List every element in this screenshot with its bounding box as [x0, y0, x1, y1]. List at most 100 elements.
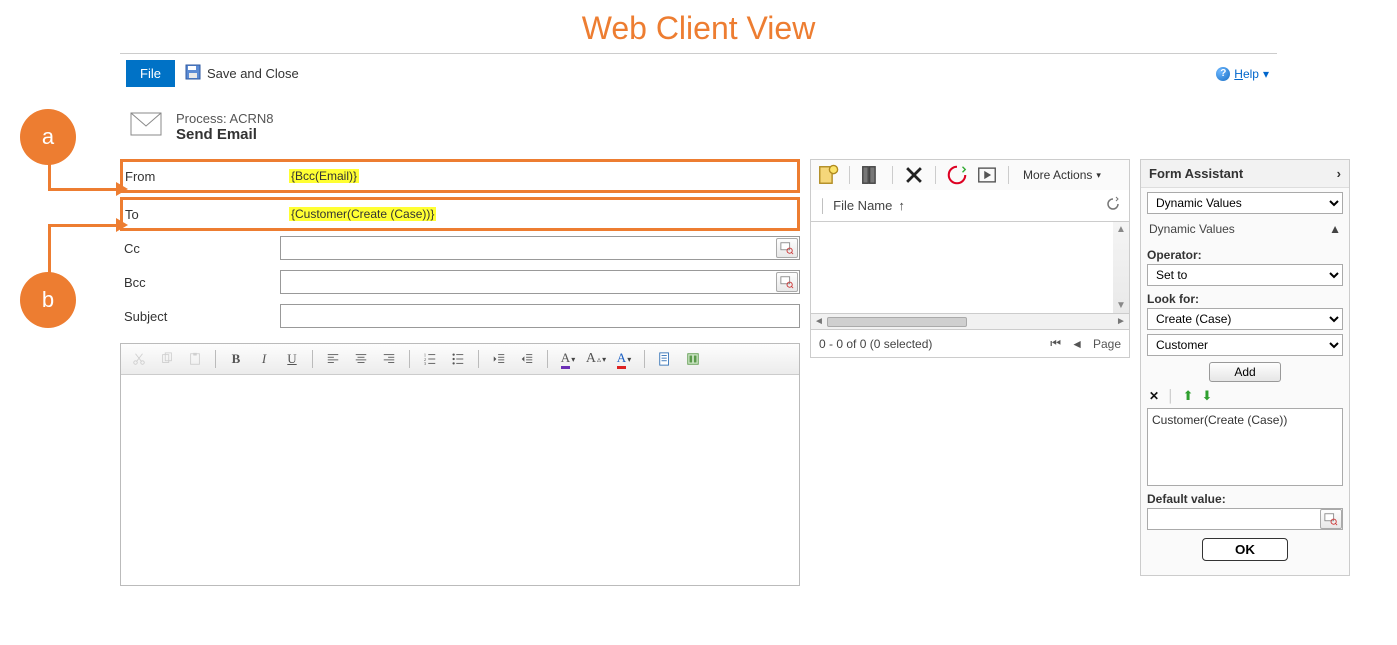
values-listbox[interactable]: Customer(Create (Case))	[1147, 408, 1343, 486]
rte-toolbar: B I U 123 A▾ A▵▾ A▾	[121, 344, 799, 375]
operator-select[interactable]: Set to	[1147, 264, 1343, 286]
svg-text:3: 3	[424, 361, 427, 366]
list-item[interactable]: Customer(Create (Case))	[1152, 413, 1338, 427]
column-filename[interactable]: File Name	[833, 198, 892, 213]
font-color-button[interactable]: A▾	[612, 348, 636, 370]
grid-status: 0 - 0 of 0 (0 selected)	[819, 337, 932, 351]
bcc-input[interactable]	[280, 270, 800, 294]
chevron-down-icon: ▾	[1263, 67, 1269, 81]
save-and-close-label: Save and Close	[207, 66, 299, 81]
numbered-list-icon[interactable]: 123	[418, 348, 442, 370]
subject-label: Subject	[120, 309, 280, 324]
bcc-row: Bcc	[120, 265, 800, 299]
from-input[interactable]: {Bcc(Email)}	[283, 164, 797, 188]
collapse-section-icon: ▲	[1329, 222, 1341, 236]
run-icon[interactable]	[976, 164, 998, 186]
cut-icon[interactable]	[127, 348, 151, 370]
help-link[interactable]: ? Help ▾	[1216, 67, 1269, 81]
from-row: From {Bcc(Email)}	[120, 159, 800, 193]
italic-button[interactable]: I	[252, 348, 276, 370]
annotation-connector	[48, 224, 51, 276]
move-down-icon[interactable]: ⬇	[1201, 388, 1212, 404]
collapse-icon[interactable]: ›	[1337, 166, 1341, 181]
bcc-label: Bcc	[120, 275, 280, 290]
delete-icon[interactable]	[903, 164, 925, 186]
font-size-button[interactable]: A▵▾	[584, 348, 608, 370]
value-list-tools: ✕ │ ⬆ ⬇	[1147, 386, 1343, 408]
align-left-icon[interactable]	[321, 348, 345, 370]
lookfor-entity-select[interactable]: Create (Case)	[1147, 308, 1343, 330]
copy-icon[interactable]	[155, 348, 179, 370]
default-value-label: Default value:	[1147, 492, 1343, 506]
lookfor-attribute-select[interactable]: Customer	[1147, 334, 1343, 356]
scroll-right-icon[interactable]: ►	[1113, 316, 1129, 327]
refresh-icon[interactable]	[1105, 196, 1121, 215]
page-label: Page	[1093, 337, 1121, 351]
rte-body[interactable]	[121, 375, 799, 585]
cc-input[interactable]	[280, 236, 800, 260]
annotation-connector	[48, 162, 51, 190]
to-row: To {Customer(Create (Case))}	[120, 197, 800, 231]
grid-header: │ File Name ↑	[810, 190, 1130, 222]
default-value-input[interactable]	[1147, 508, 1343, 530]
insert-article-icon[interactable]	[681, 348, 705, 370]
highlight-color-button[interactable]: A▾	[556, 348, 580, 370]
file-button[interactable]: File	[126, 60, 175, 87]
align-right-icon[interactable]	[377, 348, 401, 370]
lookup-icon[interactable]	[776, 238, 798, 258]
assistant-mode-select[interactable]: Dynamic Values	[1147, 192, 1343, 214]
operator-label: Operator:	[1147, 248, 1343, 262]
indent-icon[interactable]	[515, 348, 539, 370]
subject-input[interactable]	[280, 304, 800, 328]
underline-button[interactable]: U	[280, 348, 304, 370]
horizontal-scrollbar[interactable]: ◄ ►	[810, 314, 1130, 330]
mail-icon	[130, 111, 162, 140]
email-form: From {Bcc(Email)} To {Customer(Create (C…	[120, 159, 800, 586]
add-existing-icon[interactable]	[860, 164, 882, 186]
annotation-connector	[48, 224, 120, 227]
subject-row: Subject	[120, 299, 800, 333]
chevron-down-icon: ▾	[1096, 170, 1101, 181]
scroll-left-icon[interactable]: ◄	[811, 316, 827, 327]
vertical-scrollbar[interactable]: ▲ ▼	[1113, 222, 1129, 313]
insert-template-icon[interactable]	[653, 348, 677, 370]
paste-icon[interactable]	[183, 348, 207, 370]
scrollbar-thumb[interactable]	[827, 317, 967, 327]
more-actions-button[interactable]: More Actions ▾	[1023, 168, 1101, 182]
lookup-icon[interactable]	[776, 272, 798, 292]
lookfor-label: Look for:	[1147, 292, 1343, 306]
cc-row: Cc	[120, 231, 800, 265]
grid-body[interactable]: ▲ ▼	[810, 222, 1130, 314]
lookup-icon[interactable]	[1320, 509, 1342, 529]
app-window: a b File Save and Close ? Help ▾ Process…	[120, 53, 1277, 586]
prev-page-icon[interactable]: ◄	[1071, 337, 1083, 351]
move-up-icon[interactable]: ⬆	[1183, 388, 1194, 404]
annotation-badge-a: a	[20, 109, 76, 165]
align-center-icon[interactable]	[349, 348, 373, 370]
bold-button[interactable]: B	[224, 348, 248, 370]
ok-button[interactable]: OK	[1202, 538, 1288, 561]
annotation-title: Web Client View	[0, 0, 1397, 53]
grid-toolbar: More Actions ▾	[810, 159, 1130, 190]
first-page-icon[interactable]: ⏮	[1050, 336, 1061, 351]
cc-label: Cc	[120, 241, 280, 256]
process-header: Process: ACRN8 Send Email	[120, 91, 1277, 159]
scroll-down-icon[interactable]: ▼	[1116, 300, 1126, 311]
process-name: Process: ACRN8	[176, 111, 274, 126]
save-and-close-button[interactable]: Save and Close	[185, 64, 299, 83]
new-attachment-icon[interactable]	[817, 164, 839, 186]
dynamic-values-section-header[interactable]: Dynamic Values ▲	[1141, 218, 1349, 238]
scroll-up-icon[interactable]: ▲	[1116, 224, 1126, 235]
form-assistant-header: Form Assistant ›	[1141, 160, 1349, 188]
annotation-arrowhead	[116, 182, 128, 196]
add-button[interactable]: Add	[1209, 362, 1280, 382]
diskette-icon	[185, 64, 201, 83]
to-input[interactable]: {Customer(Create (Case))}	[283, 202, 797, 226]
outdent-icon[interactable]	[487, 348, 511, 370]
dynamic-value-chip: {Customer(Create (Case))}	[289, 207, 436, 221]
remove-icon[interactable]: ✕	[1149, 389, 1159, 403]
bullet-list-icon[interactable]	[446, 348, 470, 370]
refresh-action-icon[interactable]	[946, 164, 968, 186]
rich-text-editor: B I U 123 A▾ A▵▾ A▾	[120, 343, 800, 586]
help-icon: ?	[1216, 67, 1230, 81]
